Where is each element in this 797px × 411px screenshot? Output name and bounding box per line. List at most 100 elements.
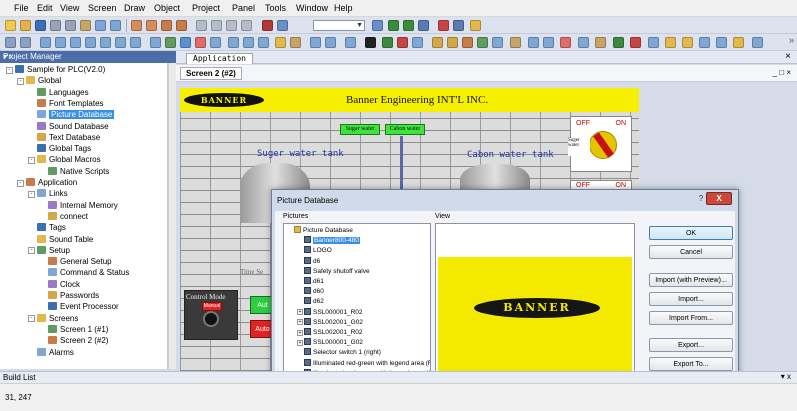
- tree-item[interactable]: Clock: [48, 279, 80, 290]
- expand-toggle-icon[interactable]: -: [17, 179, 24, 187]
- picture-list-item[interactable]: d62: [304, 297, 324, 306]
- project-manager-controls[interactable]: ▾ x: [3, 52, 172, 61]
- ok-button[interactable]: OK: [649, 226, 733, 240]
- menu-project[interactable]: Project: [192, 3, 220, 13]
- picture-list-item[interactable]: SSL002001_R02: [304, 328, 363, 337]
- circle-tool-icon[interactable]: [578, 37, 589, 48]
- align-bottom-icon[interactable]: [85, 37, 96, 48]
- tree-item[interactable]: Passwords: [48, 291, 99, 301]
- expand-toggle-icon[interactable]: -: [28, 156, 35, 164]
- cancel-button[interactable]: Cancel: [649, 245, 733, 259]
- slider-tool-icon[interactable]: [462, 37, 473, 48]
- picture-list-item[interactable]: SSL000001_G02: [304, 338, 363, 347]
- tree-item[interactable]: Text Database: [37, 132, 100, 143]
- tree-item[interactable]: Sound Database: [37, 121, 109, 132]
- dialog-close-button[interactable]: X: [706, 192, 732, 205]
- zoom-in-icon[interactable]: [211, 20, 222, 31]
- project-tree-scrollbar[interactable]: [168, 63, 176, 369]
- menu-screen[interactable]: Screen: [88, 3, 117, 13]
- switch-tool-icon[interactable]: [477, 37, 488, 48]
- meter-tool-icon[interactable]: [258, 37, 269, 48]
- alarm-tool-icon[interactable]: [397, 37, 408, 48]
- screen-list-icon[interactable]: [161, 20, 172, 31]
- expand-toggle-icon[interactable]: -: [17, 77, 24, 85]
- menu-object[interactable]: Object: [154, 3, 180, 13]
- order-icon[interactable]: [130, 37, 141, 48]
- compile-icon[interactable]: [403, 20, 414, 31]
- expand-toggle-icon[interactable]: +: [297, 329, 303, 336]
- expand-toggle-icon[interactable]: -: [28, 190, 35, 198]
- zoom-combo[interactable]: ▼: [313, 20, 365, 31]
- import-with-preview-button[interactable]: Import (with Preview)...: [649, 273, 733, 287]
- key-tool-icon[interactable]: [528, 37, 539, 48]
- trend-icon[interactable]: [325, 37, 336, 48]
- menu-file[interactable]: File: [14, 3, 29, 13]
- tree-item[interactable]: Screen 1 (#1): [48, 324, 108, 335]
- tree-item[interactable]: Links: [37, 189, 68, 199]
- stop-icon[interactable]: [630, 37, 641, 48]
- note-icon[interactable]: [733, 37, 744, 48]
- picture-list-item[interactable]: Banner800-480: [304, 236, 360, 245]
- picture-list-item[interactable]: Selector switch 1 (right): [304, 348, 381, 357]
- bar-graph-icon[interactable]: [310, 37, 321, 48]
- rectangle-icon[interactable]: [20, 37, 31, 48]
- expand-toggle-icon[interactable]: -: [28, 247, 35, 255]
- close-icon[interactable]: ×: [785, 51, 791, 62]
- menu-view[interactable]: View: [60, 3, 79, 13]
- export-to-button[interactable]: Export To...: [649, 357, 733, 371]
- print-tool-icon[interactable]: [716, 37, 727, 48]
- ellipse-icon[interactable]: [180, 37, 191, 48]
- polygon-icon[interactable]: [165, 37, 176, 48]
- group-icon[interactable]: [100, 37, 111, 48]
- tree-item[interactable]: Sample for PLC(V2.0): [15, 65, 105, 75]
- copy-icon[interactable]: [65, 20, 76, 31]
- pilot-light-icon[interactable]: [510, 37, 521, 48]
- cabon-water-button[interactable]: Cabon water: [385, 124, 425, 135]
- picture-list-item[interactable]: d60: [304, 287, 324, 296]
- toolbar-overflow-icon[interactable]: »: [789, 35, 794, 45]
- new-project-icon[interactable]: [5, 20, 16, 31]
- picture-list-item[interactable]: d6: [304, 256, 320, 266]
- grid-icon[interactable]: [372, 20, 383, 31]
- tab-application[interactable]: Application: [186, 53, 253, 64]
- expand-toggle-icon[interactable]: -: [6, 66, 13, 74]
- window-tool-icon[interactable]: [699, 37, 710, 48]
- open-folder-icon[interactable]: [20, 20, 31, 31]
- person-icon[interactable]: [290, 37, 301, 48]
- tab-screen-2[interactable]: Screen 2 (#2): [180, 67, 242, 80]
- menu-panel[interactable]: Panel: [232, 3, 255, 13]
- paste-icon[interactable]: [80, 20, 91, 31]
- tree-item[interactable]: Alarms: [37, 347, 74, 358]
- save-icon[interactable]: [35, 20, 46, 31]
- tree-item[interactable]: Picture Database: [37, 110, 115, 120]
- tree-item[interactable]: Languages: [37, 87, 89, 98]
- window-controls[interactable]: _ □ ×: [773, 68, 791, 77]
- tree-item[interactable]: Command & Status: [48, 268, 129, 278]
- export-button[interactable]: Export...: [649, 338, 733, 352]
- text-tool-icon[interactable]: [195, 37, 206, 48]
- edit-tool-icon[interactable]: [648, 37, 659, 48]
- tree-item[interactable]: Native Scripts: [48, 166, 109, 177]
- help-icon[interactable]: [470, 20, 481, 31]
- line-icon[interactable]: [150, 37, 161, 48]
- lamp-tool-icon[interactable]: [243, 37, 254, 48]
- expand-toggle-icon[interactable]: +: [297, 319, 303, 326]
- screen-properties-icon[interactable]: [146, 20, 157, 31]
- picture-list-item[interactable]: SSL000001_R02: [304, 307, 363, 317]
- expand-toggle-icon[interactable]: +: [297, 309, 303, 316]
- sugar-water-button[interactable]: Sugar water: [340, 124, 380, 135]
- expand-toggle-icon[interactable]: +: [297, 339, 303, 346]
- redo-icon[interactable]: [110, 20, 121, 31]
- download-icon[interactable]: [262, 20, 273, 31]
- tree-item[interactable]: Screens: [37, 313, 78, 324]
- chart-tool-icon[interactable]: [432, 37, 443, 48]
- align-right-icon[interactable]: [55, 37, 66, 48]
- cut-icon[interactable]: [50, 20, 61, 31]
- print-icon[interactable]: [196, 20, 207, 31]
- folder-tool-icon[interactable]: [665, 37, 676, 48]
- menu-edit[interactable]: Edit: [37, 3, 53, 13]
- tree-item[interactable]: Internal Memory: [48, 200, 118, 211]
- tree-item[interactable]: Screen 2 (#2): [48, 336, 108, 346]
- picture-list-item[interactable]: LOGO: [304, 246, 332, 255]
- tree-item[interactable]: Application: [26, 178, 77, 188]
